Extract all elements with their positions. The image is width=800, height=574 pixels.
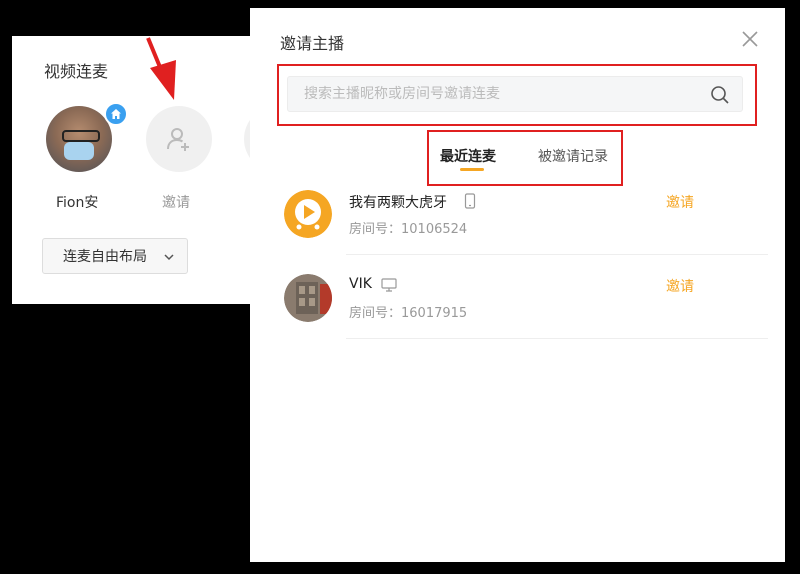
layout-dropdown-label: 连麦自由布局: [63, 249, 147, 265]
avatar-mask: [64, 142, 94, 160]
monitor-icon: [381, 278, 397, 292]
close-icon[interactable]: [741, 30, 759, 48]
list-item-room: 房间号：16017915: [349, 306, 468, 321]
mobile-icon: [464, 193, 476, 209]
host-avatar: [46, 106, 112, 172]
search-input[interactable]: [302, 85, 706, 103]
home-icon: [104, 102, 128, 126]
list-item-name: 我有两颗大虎牙: [349, 195, 447, 211]
layout-dropdown[interactable]: 连麦自由布局: [42, 238, 188, 274]
red-arrow-icon: [146, 37, 176, 100]
modal-title: 邀请主播: [280, 34, 345, 53]
divider: [346, 254, 768, 255]
list-item: 我有两颗大虎牙 房间号：10106524 邀请: [284, 190, 768, 274]
list-item-room: 房间号：10106524: [349, 222, 468, 237]
list-item-name: VIK: [349, 276, 372, 292]
invite-host-modal: 邀请主播 最近连麦 被邀请记录 我有两颗大虎牙 房间号：101: [250, 8, 785, 562]
divider: [346, 338, 768, 339]
host-name: Fion安: [56, 195, 99, 211]
list-item: VIK 房间号：16017915 邀请: [284, 274, 768, 358]
tab-recent[interactable]: 最近连麦: [440, 146, 496, 166]
video-link-panel: 视频连麦 Fion安 邀请 连麦自由布局: [12, 36, 310, 304]
avatar-glasses: [62, 130, 100, 142]
panel-title: 视频连麦: [44, 62, 109, 81]
active-tab-indicator: [460, 168, 484, 171]
chevron-down-icon: [164, 254, 174, 261]
invite-add-button[interactable]: [146, 106, 212, 172]
avatar: [284, 190, 332, 238]
add-user-icon: [167, 128, 189, 151]
tab-invited-records[interactable]: 被邀请记录: [538, 146, 608, 166]
invite-button[interactable]: 邀请: [666, 276, 694, 296]
search-icon[interactable]: [710, 85, 730, 105]
avatar: [284, 274, 332, 322]
invite-label: 邀请: [162, 195, 190, 211]
invite-button[interactable]: 邀请: [666, 192, 694, 212]
search-bar: [287, 76, 743, 112]
